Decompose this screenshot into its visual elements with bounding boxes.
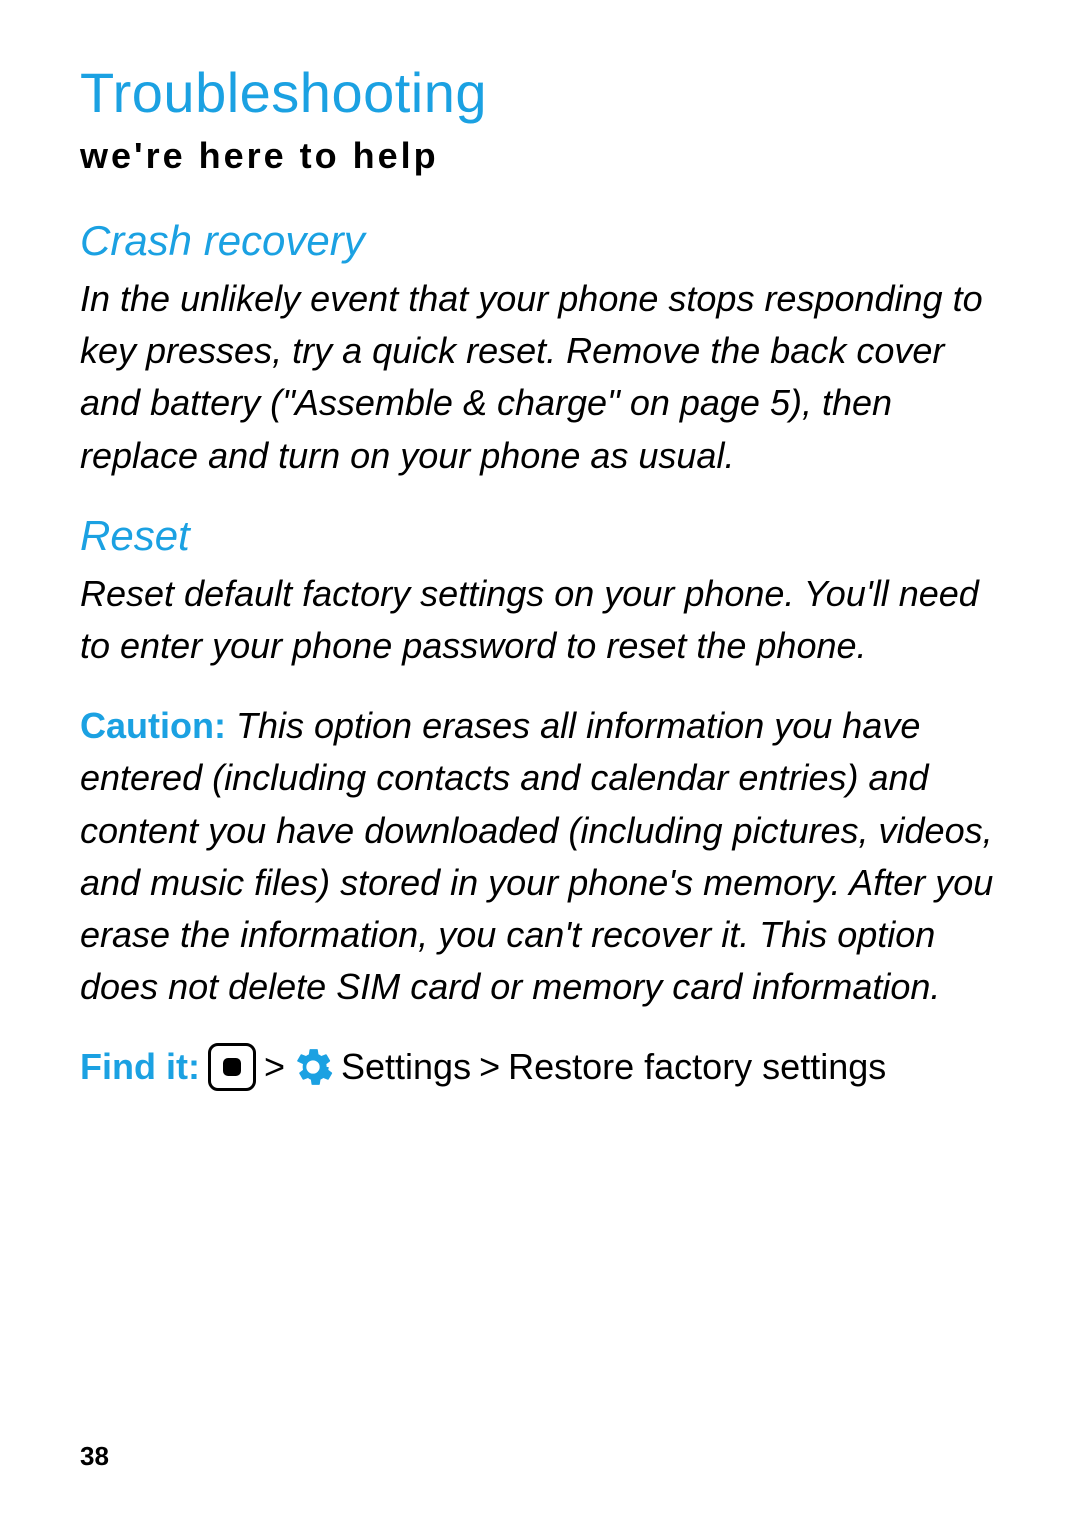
nav-settings: Settings bbox=[341, 1041, 471, 1093]
caution-label: Caution: bbox=[80, 705, 226, 746]
document-page: Troubleshooting we're here to help Crash… bbox=[0, 0, 1080, 1532]
page-title: Troubleshooting bbox=[80, 60, 1000, 125]
caution-body: This option erases all information you h… bbox=[80, 705, 993, 1007]
find-it-navigation: Find it: > Settings > Restore factory se… bbox=[80, 1041, 1000, 1093]
find-it-label: Find it: bbox=[80, 1041, 200, 1093]
body-text-caution: Caution: This option erases all informat… bbox=[80, 700, 1000, 1013]
home-button-icon bbox=[208, 1043, 256, 1091]
chevron-icon: > bbox=[264, 1041, 285, 1093]
body-text-crash-recovery: In the unlikely event that your phone st… bbox=[80, 273, 1000, 482]
page-subtitle: we're here to help bbox=[80, 135, 1000, 177]
chevron-icon: > bbox=[479, 1041, 500, 1093]
section-heading-reset: Reset bbox=[80, 512, 1000, 560]
section-heading-crash-recovery: Crash recovery bbox=[80, 217, 1000, 265]
body-text-reset: Reset default factory settings on your p… bbox=[80, 568, 1000, 672]
gear-icon bbox=[293, 1047, 333, 1087]
nav-restore: Restore factory settings bbox=[508, 1041, 886, 1093]
page-number: 38 bbox=[80, 1441, 109, 1472]
